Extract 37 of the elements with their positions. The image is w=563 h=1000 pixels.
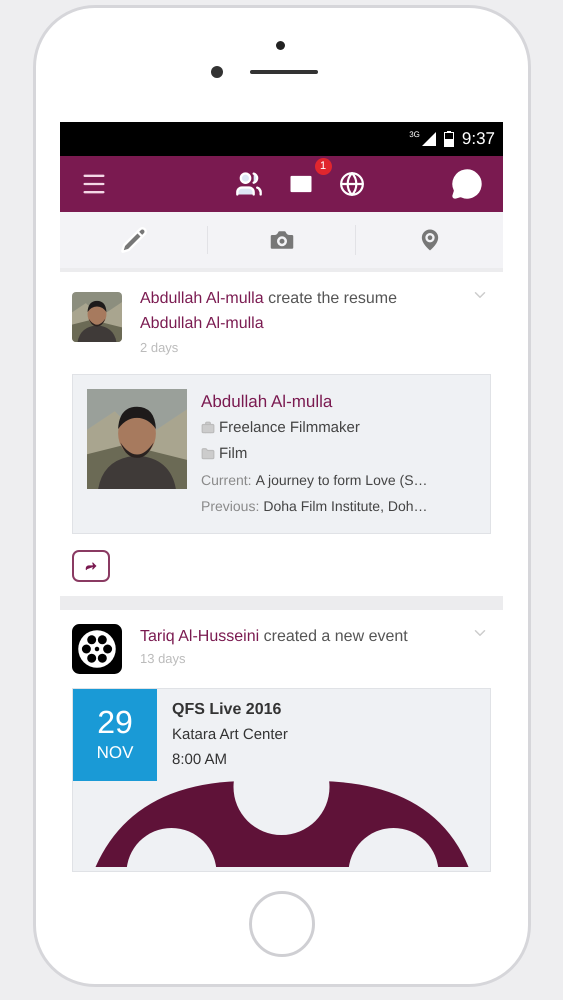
- event-month: NOV: [96, 742, 134, 764]
- clock: 9:37: [462, 128, 495, 150]
- event-day: 29: [97, 704, 133, 740]
- pencil-icon[interactable]: [120, 226, 148, 254]
- post-time: 13 days: [140, 650, 187, 668]
- signal-icon: [422, 132, 436, 146]
- job-title: Freelance Filmmaker: [219, 418, 360, 438]
- share-button[interactable]: [72, 550, 110, 582]
- resume-name: Abdullah Al-mulla: [201, 390, 334, 412]
- post-time: 2 days: [140, 339, 180, 357]
- notification-badge: 1: [314, 158, 332, 175]
- speaker-grille: [250, 70, 318, 74]
- current-label: Current:: [201, 470, 252, 490]
- resume-card[interactable]: Abdullah Al-mulla Freelance Filmmaker Film Current: A journey to form Love (S… Previous: Doha Film Institute, Doh…: [72, 374, 491, 534]
- author-link[interactable]: Tariq Al-Husseini: [140, 628, 260, 644]
- folder-icon: [201, 446, 215, 460]
- globe-icon[interactable]: [338, 171, 364, 197]
- camera-lens: [210, 66, 222, 78]
- people-icon[interactable]: [234, 170, 262, 198]
- industry: Film: [219, 444, 248, 464]
- front-sensor: [276, 41, 284, 50]
- event-title: QFS Live 2016: [172, 700, 282, 720]
- post-headline: Abdullah Al-mulla create the resume: [140, 289, 398, 309]
- network-type: 3G: [409, 131, 420, 139]
- event-venue: Katara Art Center: [172, 724, 288, 744]
- previous-position: Doha Film Institute, Doh…: [263, 496, 428, 516]
- battery-icon: [444, 131, 454, 147]
- previous-label: Previous:: [201, 496, 260, 516]
- current-position: A journey to form Love (S…: [256, 470, 428, 490]
- event-time: 8:00 AM: [172, 750, 228, 770]
- briefcase-icon: [201, 420, 215, 434]
- event-card[interactable]: 29 NOV QFS Live 2016 Katara Art Center 8:00 AM: [72, 688, 491, 872]
- film-reel-icon: [72, 624, 122, 674]
- chat-icon[interactable]: [451, 168, 483, 200]
- author-link[interactable]: Abdullah Al-mulla: [140, 290, 264, 307]
- resume-link[interactable]: Abdullah Al-mulla: [140, 311, 453, 336]
- post-headline: Tariq Al-Husseini created a new event: [140, 626, 409, 646]
